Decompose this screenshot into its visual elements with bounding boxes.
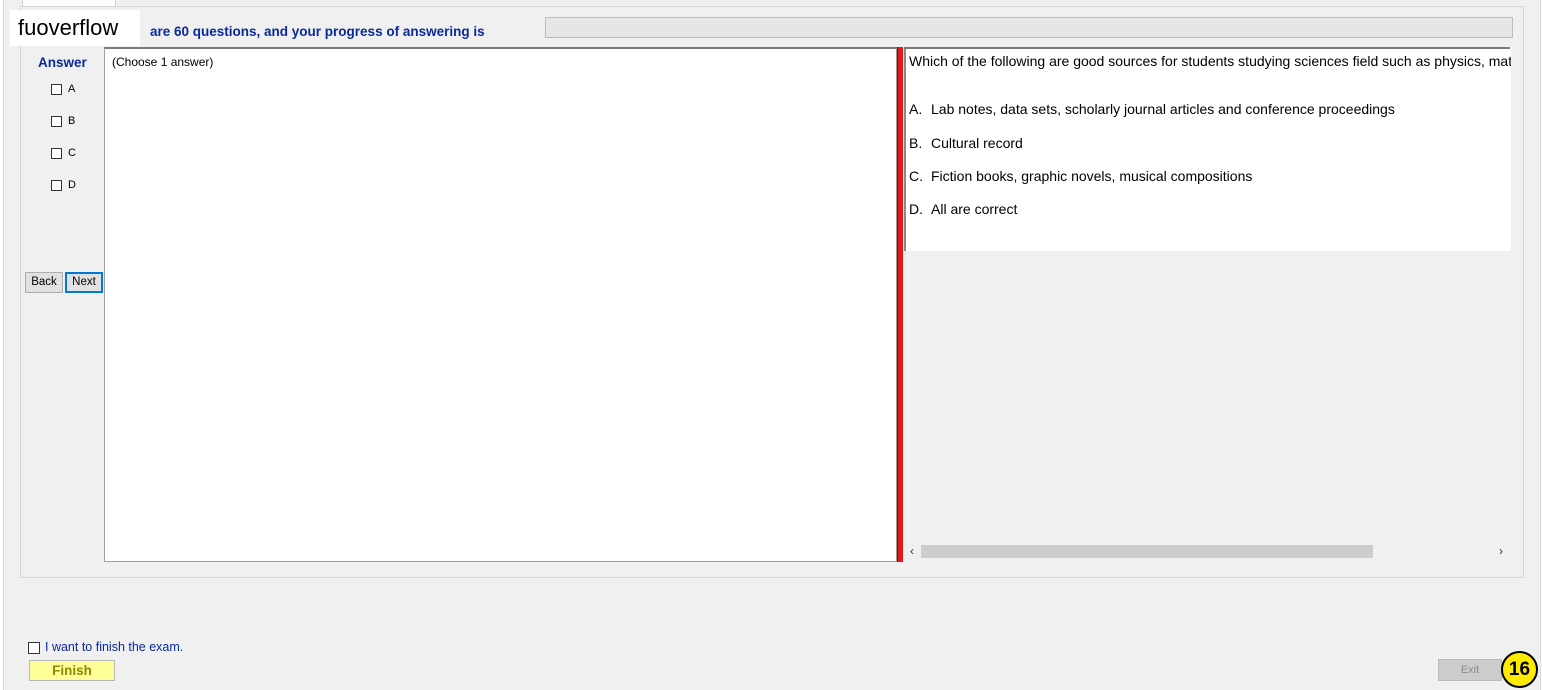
question-option-b: B. Cultural record	[909, 135, 1023, 151]
exam-window: are 60 questions, and your progress of a…	[3, 0, 1541, 690]
question-content: Which of the following are good sources …	[904, 49, 1511, 251]
scroll-right-icon[interactable]: ›	[1493, 543, 1509, 560]
answer-notes-pane[interactable]: (Choose 1 answer)	[104, 47, 897, 562]
scroll-left-icon[interactable]: ‹	[904, 543, 920, 560]
answer-option-d[interactable]: D	[51, 179, 76, 193]
answer-option-b[interactable]: B	[51, 115, 75, 129]
checkbox-c[interactable]	[51, 147, 62, 159]
progress-bar	[545, 17, 1513, 38]
checkbox-a[interactable]	[51, 83, 62, 95]
watermark: fuoverflow	[10, 10, 140, 46]
answer-option-label: B	[68, 115, 76, 128]
scroll-thumb[interactable]	[921, 545, 1373, 558]
checkbox-b[interactable]	[51, 115, 62, 127]
question-option-d: D. All are correct	[909, 201, 1017, 217]
answer-option-label: A	[68, 83, 76, 96]
next-button[interactable]: Next	[65, 272, 103, 293]
finish-exam-checkbox[interactable]: I want to finish the exam.	[28, 640, 183, 654]
question-option-text: Lab notes, data sets, scholarly journal …	[931, 101, 1395, 117]
finish-checkbox-label: I want to finish the exam.	[45, 640, 184, 654]
pane-splitter[interactable]	[897, 47, 903, 562]
answer-option-c[interactable]: C	[51, 147, 76, 161]
progress-text: are 60 questions, and your progress of a…	[150, 24, 485, 39]
back-button[interactable]: Back	[25, 272, 63, 293]
question-option-letter: A.	[909, 101, 923, 117]
answer-option-label: C	[68, 147, 76, 160]
exit-button[interactable]: Exit	[1438, 659, 1502, 681]
question-count-badge: 16	[1501, 651, 1538, 688]
choose-answer-note: (Choose 1 answer)	[112, 55, 214, 69]
answer-title: Answer	[38, 55, 87, 70]
question-option-letter: B.	[909, 135, 923, 151]
finish-button[interactable]: Finish	[29, 660, 115, 681]
question-option-letter: C.	[909, 168, 923, 184]
question-option-a: A. Lab notes, data sets, scholarly journa…	[909, 101, 1395, 117]
answer-option-label: D	[68, 179, 76, 192]
question-option-text: Fiction books, graphic novels, musical c…	[931, 168, 1253, 184]
question-option-letter: D.	[909, 201, 923, 217]
question-option-text: Cultural record	[931, 135, 1023, 151]
answer-option-a[interactable]: A	[51, 83, 75, 97]
question-option-text: All are correct	[931, 201, 1018, 217]
horizontal-scrollbar[interactable]: ‹ ›	[904, 543, 1509, 560]
question-text: Which of the following are good sources …	[909, 53, 1511, 69]
finish-checkbox-box[interactable]	[28, 641, 40, 654]
question-option-c: C. Fiction books, graphic novels, musical…	[909, 168, 1252, 184]
question-pane: Which of the following are good sources …	[904, 47, 1511, 562]
checkbox-d[interactable]	[51, 179, 62, 191]
